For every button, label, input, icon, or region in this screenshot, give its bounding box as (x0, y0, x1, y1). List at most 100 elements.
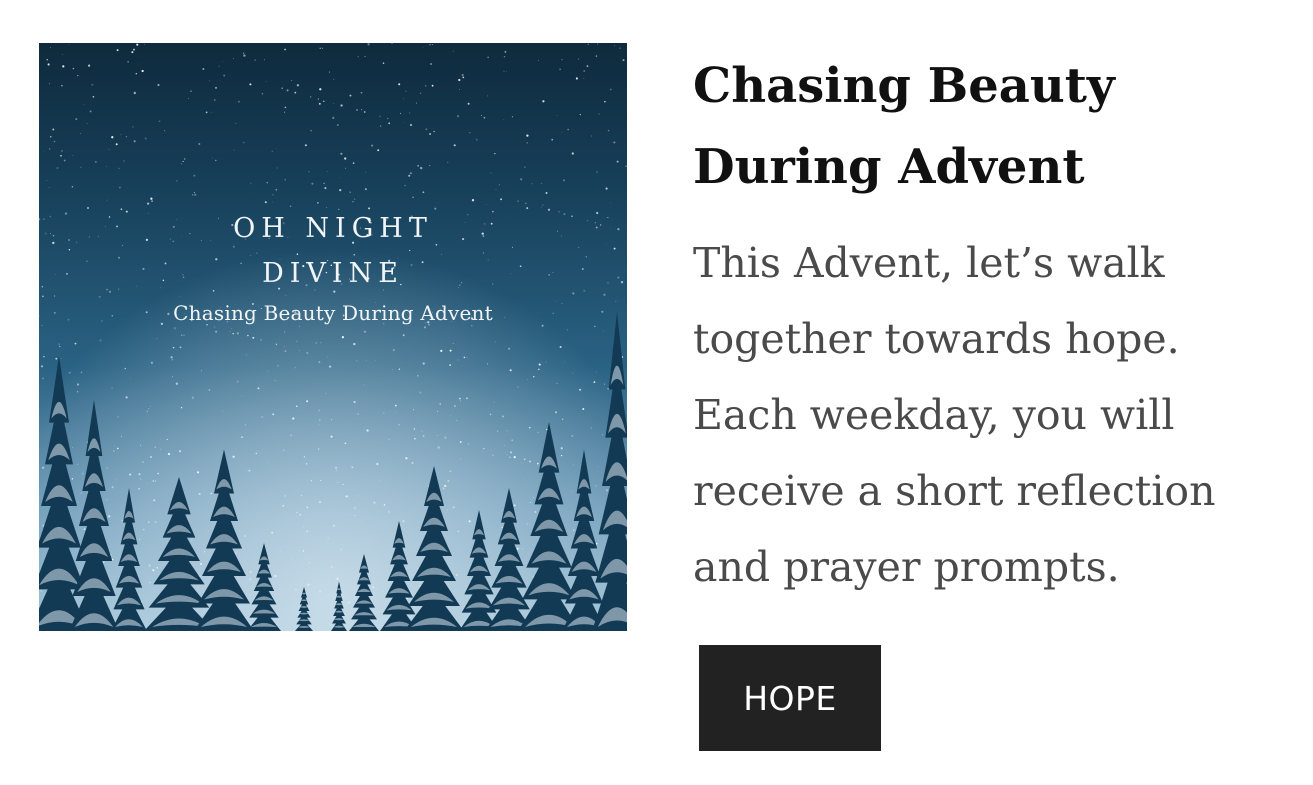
star (184, 158, 186, 160)
star (341, 336, 345, 339)
star (274, 575, 277, 577)
star (391, 368, 393, 370)
star (388, 438, 390, 441)
star (563, 179, 565, 182)
star (233, 58, 234, 59)
star (271, 150, 273, 152)
hope-button[interactable]: HOPE (699, 645, 881, 751)
star (166, 438, 168, 441)
star (516, 547, 519, 550)
star (148, 564, 151, 567)
star (364, 118, 365, 120)
star (429, 132, 432, 136)
star (152, 569, 155, 572)
star (595, 484, 598, 487)
star (94, 160, 97, 163)
star (429, 164, 431, 166)
star (448, 499, 450, 501)
star (356, 108, 358, 111)
star (527, 379, 528, 380)
star (248, 469, 251, 472)
star (80, 133, 81, 134)
star (299, 513, 302, 516)
star (61, 54, 63, 55)
star (536, 462, 539, 465)
star (532, 576, 534, 578)
star (284, 350, 287, 353)
star (337, 481, 339, 483)
star (419, 92, 422, 95)
star (49, 83, 50, 85)
star (501, 415, 504, 418)
star (494, 153, 496, 155)
star (430, 63, 432, 65)
star (330, 419, 332, 421)
star (264, 201, 267, 204)
star (402, 520, 405, 523)
star (567, 128, 569, 131)
star (48, 187, 50, 189)
star (575, 77, 578, 80)
star (310, 480, 313, 482)
star (106, 165, 108, 167)
star (127, 61, 129, 63)
star (503, 55, 506, 58)
star (431, 84, 434, 87)
star (450, 415, 452, 417)
star (504, 50, 507, 53)
star (272, 201, 274, 203)
star (379, 125, 382, 127)
star (398, 83, 401, 86)
star (487, 363, 489, 365)
star (172, 376, 173, 378)
star (598, 113, 600, 115)
star (534, 510, 537, 513)
star (72, 67, 75, 70)
star (483, 116, 486, 119)
star (333, 78, 335, 80)
star (306, 400, 309, 403)
star (446, 509, 449, 511)
star (111, 486, 114, 489)
star (475, 138, 478, 141)
star (170, 356, 173, 359)
star (74, 342, 77, 345)
star (538, 363, 541, 366)
star (573, 464, 575, 466)
star (383, 591, 385, 593)
star (295, 405, 298, 408)
star (447, 161, 449, 163)
star (607, 129, 610, 132)
star (495, 189, 497, 191)
star (76, 383, 80, 386)
star (275, 188, 278, 191)
star (311, 182, 314, 185)
star (395, 412, 396, 414)
star (442, 487, 445, 490)
star (306, 351, 309, 355)
star (212, 157, 214, 159)
star (354, 514, 356, 517)
star (106, 199, 108, 201)
star (533, 376, 535, 378)
star (607, 388, 609, 390)
star (457, 530, 460, 533)
star (444, 436, 447, 439)
star (144, 137, 147, 140)
star (402, 334, 405, 337)
star (506, 454, 508, 456)
star (526, 134, 529, 137)
star (501, 526, 503, 529)
star (46, 179, 48, 181)
star (72, 447, 74, 448)
star (372, 586, 375, 589)
star (182, 160, 184, 162)
star (444, 484, 447, 487)
star (77, 391, 79, 393)
star (408, 174, 411, 177)
star (306, 530, 309, 533)
star (560, 447, 563, 450)
star (494, 341, 496, 343)
cover-subtitle: Chasing Beauty During Advent (173, 301, 493, 325)
star (77, 74, 79, 77)
